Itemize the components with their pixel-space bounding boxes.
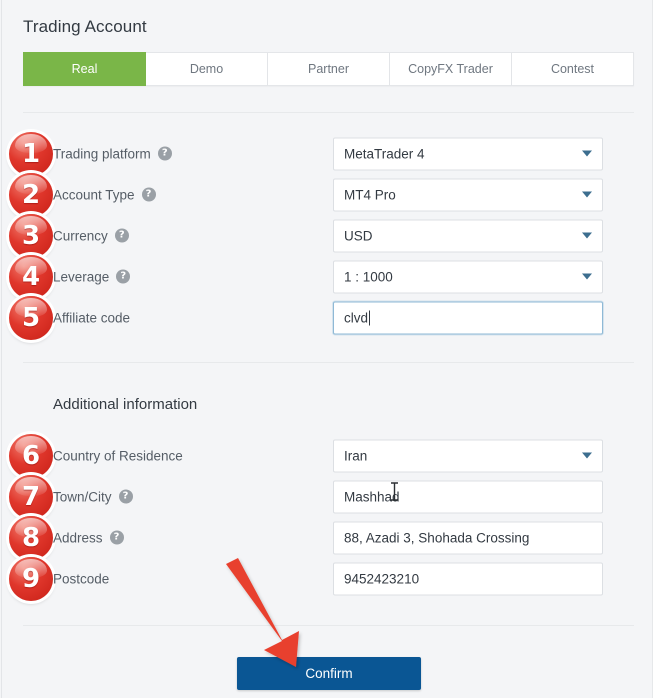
label-leverage: Leverage ?: [53, 269, 131, 284]
label-trading-platform-text: Trading platform: [53, 146, 151, 161]
help-icon-trading-platform[interactable]: ?: [157, 146, 172, 161]
row-postcode: 9 Postcode 9452423210: [2, 556, 653, 601]
step-badge-2-number: 2: [21, 179, 41, 210]
dropdown-trading-platform[interactable]: MetaTrader 4: [333, 137, 603, 170]
row-leverage: 4 Leverage ? 1 : 1000: [2, 254, 653, 299]
label-account-type: Account Type ?: [53, 187, 156, 202]
step-badge-1: 1: [9, 131, 53, 176]
step-badge-4-number: 4: [21, 261, 41, 292]
label-country-of-residence: Country of Residence: [53, 448, 183, 463]
step-badge-8: 8: [9, 515, 53, 560]
label-affiliate-code: Affiliate code: [53, 310, 130, 325]
address-input-value: 88, Azadi 3, Shohada Crossing: [344, 530, 530, 545]
label-affiliate-code-text: Affiliate code: [53, 310, 131, 325]
address-input[interactable]: 88, Azadi 3, Shohada Crossing: [333, 521, 603, 554]
label-currency-text: Currency: [53, 228, 108, 243]
town-city-input-value: Mashhad: [344, 489, 400, 504]
divider-bottom: [23, 625, 634, 626]
tab-real-label: Real: [71, 62, 98, 76]
help-icon-currency[interactable]: ?: [114, 228, 129, 243]
affiliate-code-input[interactable]: clvd: [333, 301, 603, 334]
step-badge-6: 6: [9, 433, 53, 478]
dropdown-country-of-residence[interactable]: Iran: [333, 439, 603, 472]
trading-account-page: Trading Account Real Demo Partner CopyFX…: [0, 0, 653, 698]
chevron-down-icon: [582, 452, 592, 459]
row-address: 8 Address ? 88, Azadi 3, Shohada Crossin…: [2, 515, 653, 560]
label-address-text: Address: [53, 530, 103, 545]
postcode-input[interactable]: 9452423210: [333, 562, 603, 595]
town-city-input[interactable]: Mashhad: [333, 480, 603, 513]
label-currency: Currency ?: [53, 228, 129, 243]
step-badge-3-number: 3: [21, 220, 41, 251]
label-town-city: Town/City ?: [53, 489, 133, 504]
step-badge-9: 9: [9, 556, 53, 601]
label-account-type-text: Account Type: [53, 187, 135, 202]
chevron-down-icon: [582, 191, 592, 198]
additional-information-heading: Additional information: [53, 396, 198, 413]
row-country-of-residence: 6 Country of Residence Iran: [2, 433, 653, 478]
row-town-city: 7 Town/City ? Mashhad: [2, 474, 653, 519]
dropdown-currency[interactable]: USD: [333, 219, 603, 252]
help-icon-town-city[interactable]: ?: [118, 489, 133, 504]
label-postcode: Postcode: [53, 571, 109, 586]
dropdown-currency-value: USD: [344, 228, 373, 243]
dropdown-account-type-value: MT4 Pro: [344, 187, 396, 202]
label-town-city-text: Town/City: [53, 489, 112, 504]
row-currency: 3 Currency ? USD: [2, 213, 653, 258]
tab-demo-label: Demo: [189, 62, 224, 76]
tab-contest[interactable]: Contest: [512, 52, 634, 86]
chevron-down-icon: [582, 150, 592, 157]
dropdown-account-type[interactable]: MT4 Pro: [333, 178, 603, 211]
dropdown-leverage[interactable]: 1 : 1000: [333, 260, 603, 293]
step-badge-6-number: 6: [21, 440, 41, 471]
tab-copyfx-trader[interactable]: CopyFX Trader: [390, 52, 512, 86]
tab-partner-label: Partner: [308, 62, 349, 76]
divider-middle: [23, 362, 634, 363]
row-trading-platform: 1 Trading platform ? MetaTrader 4: [2, 131, 653, 176]
tab-copyfx-trader-label: CopyFX Trader: [408, 62, 493, 76]
tab-demo[interactable]: Demo: [146, 52, 268, 86]
step-badge-7-number: 7: [21, 481, 41, 512]
help-icon-account-type[interactable]: ?: [141, 187, 156, 202]
row-account-type: 2 Account Type ? MT4 Pro: [2, 172, 653, 217]
dropdown-leverage-value: 1 : 1000: [344, 269, 393, 284]
help-icon-address[interactable]: ?: [109, 530, 124, 545]
account-type-tabs: Real Demo Partner CopyFX Trader Contest: [23, 52, 634, 86]
step-badge-5: 5: [9, 295, 53, 340]
divider-top: [23, 112, 634, 113]
step-badge-8-number: 8: [21, 522, 41, 553]
label-postcode-text: Postcode: [53, 571, 110, 586]
tab-contest-label: Contest: [550, 62, 595, 76]
tab-real[interactable]: Real: [23, 52, 146, 86]
step-badge-7: 7: [9, 474, 53, 519]
dropdown-country-of-residence-value: Iran: [344, 448, 368, 463]
postcode-input-value: 9452423210: [344, 571, 420, 586]
step-badge-9-number: 9: [21, 563, 41, 594]
label-leverage-text: Leverage: [53, 269, 110, 284]
page-title: Trading Account: [23, 17, 147, 36]
label-address: Address ?: [53, 530, 124, 545]
step-badge-4: 4: [9, 254, 53, 299]
affiliate-code-input-value: clvd: [344, 310, 369, 325]
step-badge-5-number: 5: [21, 302, 41, 333]
help-icon-leverage[interactable]: ?: [116, 269, 131, 284]
step-badge-3: 3: [9, 213, 53, 258]
confirm-button[interactable]: Confirm: [237, 657, 421, 690]
label-country-of-residence-text: Country of Residence: [53, 448, 183, 463]
account-card: Trading Account Real Demo Partner CopyFX…: [1, 0, 653, 698]
tab-partner[interactable]: Partner: [268, 52, 390, 86]
dropdown-trading-platform-value: MetaTrader 4: [344, 146, 425, 161]
label-trading-platform: Trading platform ?: [53, 146, 172, 161]
step-badge-1-number: 1: [21, 138, 41, 169]
step-badge-2: 2: [9, 172, 53, 217]
text-caret: [369, 310, 371, 325]
chevron-down-icon: [582, 273, 592, 280]
chevron-down-icon: [582, 232, 592, 239]
row-affiliate-code: 5 Affiliate code clvd: [2, 295, 653, 340]
